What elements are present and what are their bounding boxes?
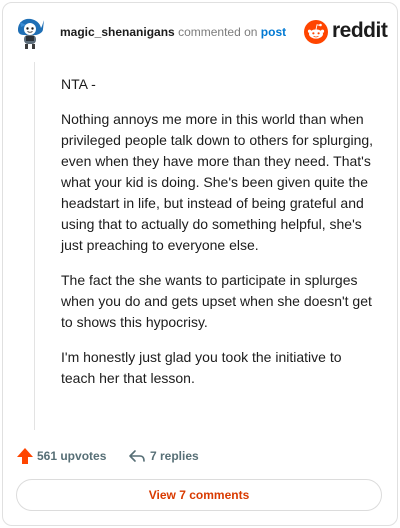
upvote-button[interactable]: 561 upvotes	[16, 446, 106, 466]
reddit-logo[interactable]: reddit	[304, 18, 388, 46]
view-comments-button[interactable]: View 7 comments	[16, 479, 382, 511]
reddit-snoo-icon	[304, 20, 328, 44]
comment-paragraph: The fact the she wants to participate in…	[61, 272, 372, 330]
commented-on-text: commented on	[178, 25, 258, 39]
comment-header: magic_shenanigans commented on post redd…	[12, 14, 388, 50]
comment-meta: magic_shenanigans commented on post	[60, 25, 286, 39]
reply-count: 7 replies	[150, 449, 199, 463]
username-link[interactable]: magic_shenanigans	[60, 25, 175, 39]
upvote-count: 561 upvotes	[37, 449, 107, 463]
comment-actions: 561 upvotes 7 replies	[16, 446, 384, 466]
user-avatar[interactable]	[12, 14, 48, 50]
thread-line	[34, 62, 35, 430]
comment-body: NTA - Nothing annoys me more in this wor…	[61, 74, 379, 403]
comment-paragraph: NTA -	[61, 76, 96, 92]
reddit-wordmark: reddit	[332, 19, 388, 42]
comment-paragraph: I'm honestly just glad you took the init…	[61, 349, 342, 386]
replies-button[interactable]: 7 replies	[128, 446, 199, 466]
post-link[interactable]: post	[261, 25, 286, 39]
comment-paragraph: Nothing annoys me more in this world tha…	[61, 111, 374, 253]
upvote-arrow-icon	[17, 448, 33, 464]
reply-arrow-icon	[129, 450, 145, 462]
avatar-icon	[12, 14, 48, 50]
